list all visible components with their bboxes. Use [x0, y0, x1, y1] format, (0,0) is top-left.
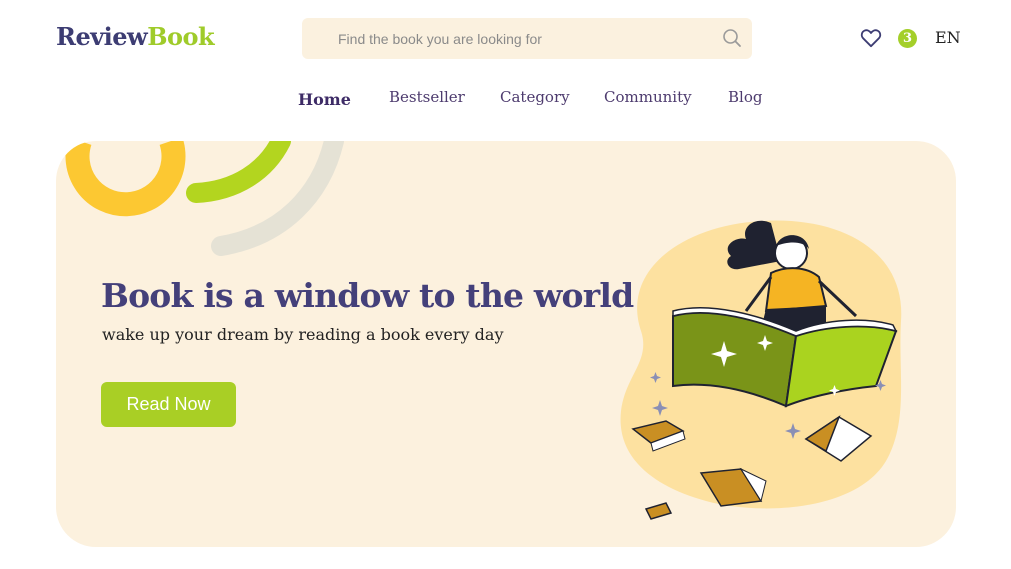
logo-text-book: Book — [147, 22, 215, 51]
cart-count-badge[interactable]: 3 — [898, 29, 917, 48]
search-icon[interactable] — [722, 28, 742, 48]
header: ReviewBook 3 EN — [0, 0, 1011, 76]
logo[interactable]: ReviewBook — [56, 22, 215, 51]
language-selector[interactable]: EN — [935, 28, 961, 47]
search-bar — [302, 18, 752, 59]
hero-title: Book is a window to the world — [101, 276, 634, 315]
hero-subtitle: wake up your dream by reading a book eve… — [102, 325, 504, 344]
nav-item-bestseller[interactable]: Bestseller — [389, 88, 465, 106]
heart-icon[interactable] — [860, 28, 882, 48]
reading-girl-illustration — [620, 220, 902, 520]
nav-item-category[interactable]: Category — [500, 88, 570, 106]
nav-item-blog[interactable]: Blog — [728, 88, 762, 106]
read-now-button[interactable]: Read Now — [101, 382, 236, 427]
decorative-shapes — [65, 141, 344, 256]
nav-item-home[interactable]: Home — [298, 90, 351, 109]
main-nav: Home Bestseller Category Community Blog — [0, 88, 1011, 112]
hero-banner: Book is a window to the world wake up yo… — [56, 141, 956, 547]
logo-text-review: Review — [56, 22, 148, 51]
nav-item-community[interactable]: Community — [604, 88, 692, 106]
search-input[interactable] — [302, 18, 712, 59]
